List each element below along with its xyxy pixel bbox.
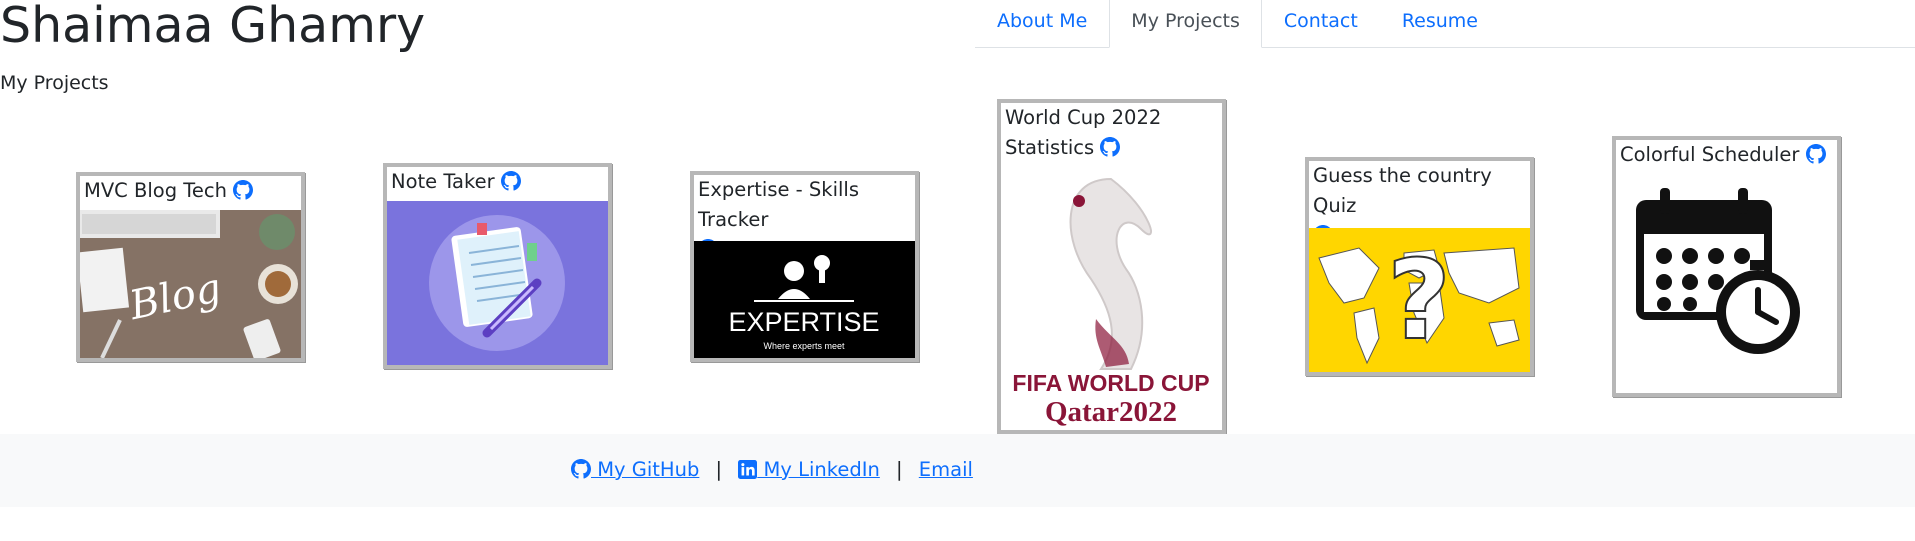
github-icon (571, 459, 591, 479)
fifa-image-subtext: Qatar2022 (1045, 396, 1177, 428)
project-title: World Cup 2022 Statistics (1001, 103, 1179, 163)
project-title-text: Expertise - Skills Tracker (698, 178, 859, 231)
project-card-mvc-blog[interactable]: MVC Blog Tech Blog (76, 172, 305, 362)
github-link-label: My GitHub (591, 458, 700, 481)
email-link[interactable]: Email (919, 458, 973, 481)
project-title-text: Guess the country Quiz (1313, 164, 1492, 217)
project-title: MVC Blog Tech (80, 176, 301, 206)
tab-my-projects[interactable]: My Projects (1109, 0, 1262, 48)
fifa-image-text: FIFA WORLD CUP (1012, 370, 1209, 396)
project-image (387, 201, 608, 365)
project-title-text: MVC Blog Tech (84, 179, 227, 202)
expertise-image-text: EXPERTISE (728, 307, 879, 337)
project-image: EXPERTISE Where experts meet (694, 241, 915, 358)
tab-contact[interactable]: Contact (1262, 0, 1380, 47)
github-icon[interactable] (500, 171, 521, 191)
footer-separator: | (715, 458, 723, 481)
github-icon[interactable] (1805, 144, 1826, 164)
project-image: Blog (80, 210, 301, 358)
linkedin-link-label: My LinkedIn (757, 458, 880, 481)
project-image: FIFA WORLD CUP Qatar2022 (1001, 169, 1222, 430)
tab-about-me[interactable]: About Me (975, 0, 1109, 47)
nav-tabs: About Me My Projects Contact Resume (975, 0, 1915, 48)
project-title: Note Taker (387, 167, 608, 197)
project-title-text: Note Taker (391, 170, 495, 193)
expertise-image-subtext: Where experts meet (763, 341, 845, 351)
project-image: ? (1309, 228, 1530, 372)
footer: My GitHub | My LinkedIn | Email (0, 434, 1915, 507)
footer-links: My GitHub | My LinkedIn | Email (571, 456, 973, 484)
page-subtitle: My Projects (0, 72, 109, 94)
linkedin-link[interactable]: My LinkedIn (738, 458, 880, 481)
github-icon[interactable] (233, 180, 254, 200)
github-icon[interactable] (1100, 137, 1121, 157)
project-card-note-taker[interactable]: Note Taker (383, 163, 612, 369)
project-title: Colorful Scheduler (1616, 140, 1837, 170)
project-title-text: Colorful Scheduler (1620, 143, 1800, 166)
github-link[interactable]: My GitHub (571, 458, 699, 481)
svg-text:?: ? (1387, 236, 1451, 364)
project-image (1616, 174, 1837, 393)
footer-separator: | (896, 458, 903, 481)
site-title: Shaimaa Ghamry (0, 0, 426, 54)
project-card-expertise[interactable]: Expertise - Skills Tracker EXPERTISE Whe… (690, 171, 919, 362)
tab-resume[interactable]: Resume (1380, 0, 1500, 47)
project-card-world-cup[interactable]: World Cup 2022 Statistics FIFA WORLD CUP… (997, 99, 1226, 434)
linkedin-icon (738, 460, 758, 479)
project-title-text: World Cup 2022 Statistics (1005, 106, 1162, 159)
project-card-colorful-scheduler[interactable]: Colorful Scheduler (1612, 136, 1841, 397)
project-card-country-quiz[interactable]: Guess the country Quiz ? (1305, 157, 1534, 376)
